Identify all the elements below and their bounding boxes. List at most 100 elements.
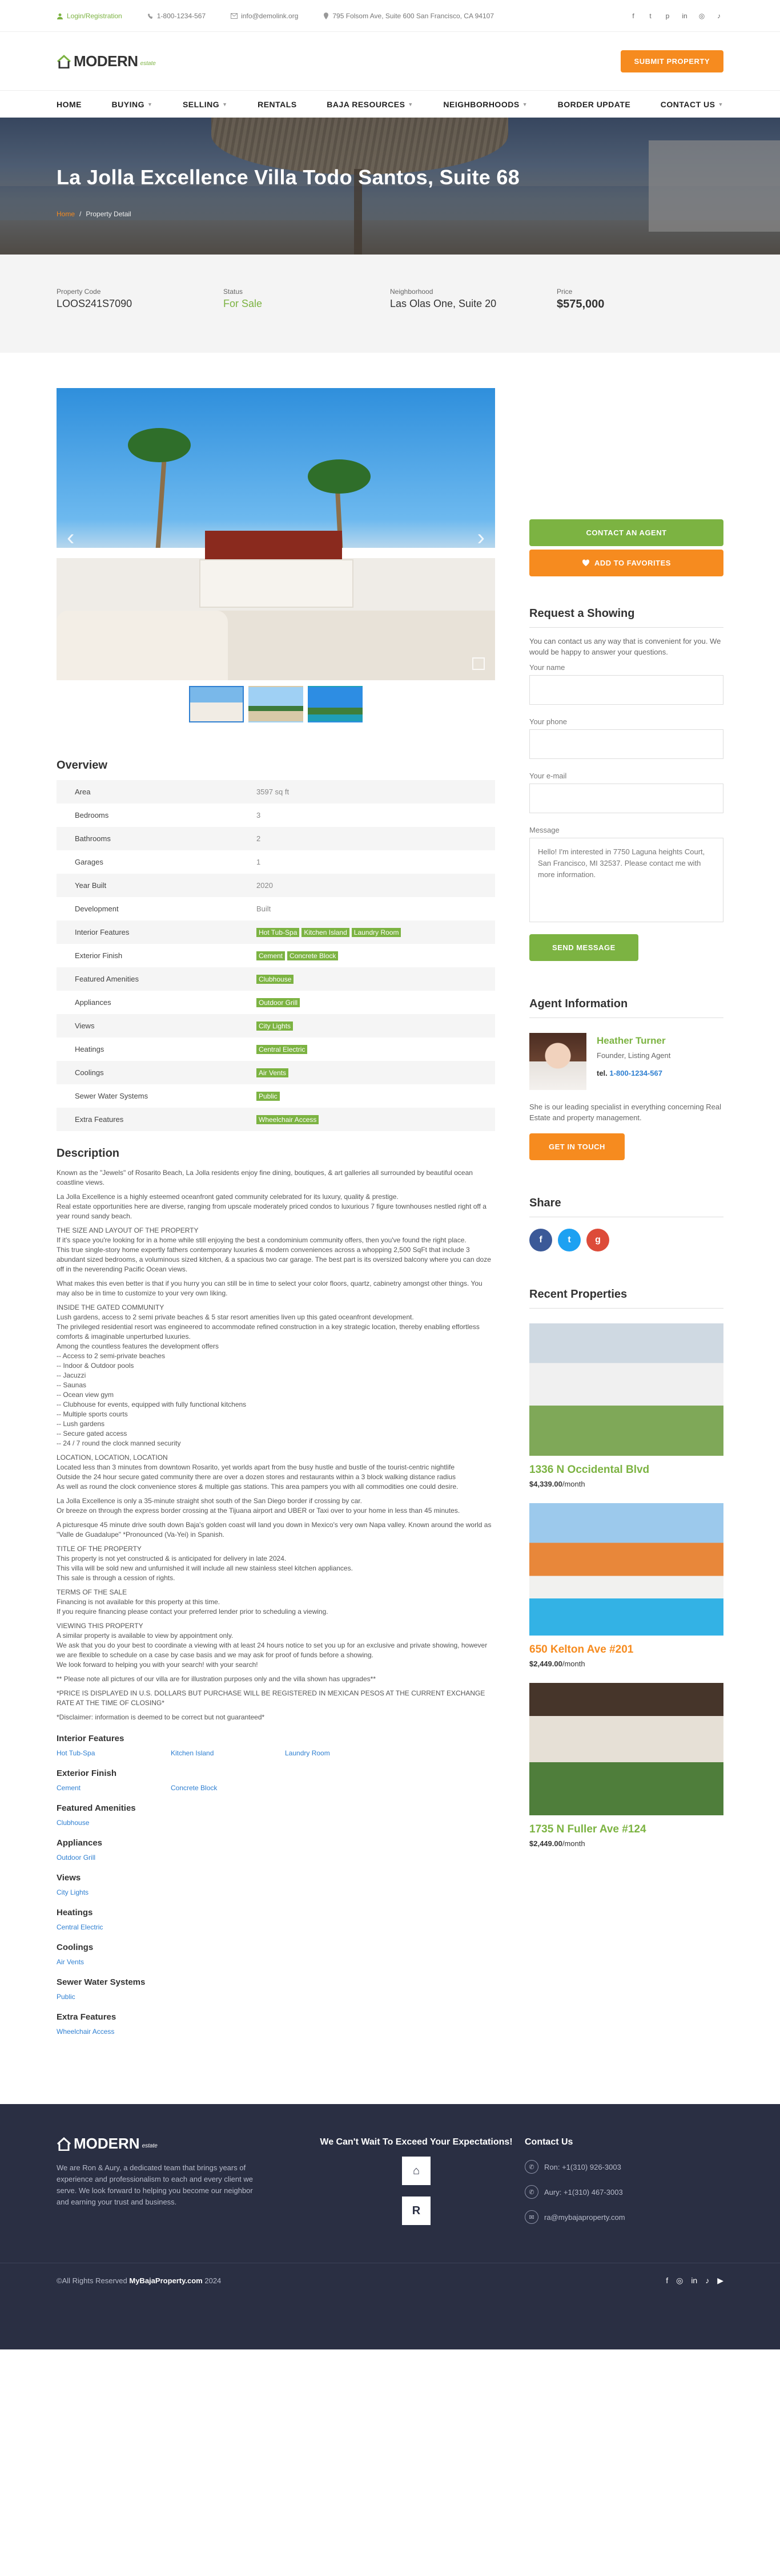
name-field[interactable]	[529, 675, 723, 705]
facebook-icon[interactable]: f	[666, 2276, 668, 2286]
send-message-button[interactable]: SEND MESSAGE	[529, 934, 638, 961]
feature-tag[interactable]: Public	[256, 1091, 280, 1101]
login-link[interactable]: Login/Registration	[57, 12, 122, 20]
nav-neighborhoods[interactable]: NEIGHBORHOODS ▼	[443, 100, 528, 109]
feature-tag[interactable]: Air Vents	[256, 1068, 289, 1077]
instagram-icon[interactable]: ◎	[676, 2276, 683, 2286]
feature-tag[interactable]: Clubhouse	[256, 974, 294, 984]
feature-link[interactable]: Clubhouse	[57, 1819, 171, 1827]
email-field[interactable]	[529, 784, 723, 813]
feature-tag[interactable]: Laundry Room	[351, 927, 401, 937]
nav-baja-resources[interactable]: BAJA RESOURCES ▼	[327, 100, 413, 109]
breadcrumb: Home / Property Detail	[57, 210, 723, 218]
feature-link[interactable]: Public	[57, 1993, 171, 2001]
recent-property-title[interactable]: 1336 N Occidental Blvd	[529, 1464, 723, 1476]
page-hero: La Jolla Excellence Villa Todo Santos, S…	[0, 118, 780, 255]
facebook-icon[interactable]: f	[529, 1229, 552, 1251]
pinterest-icon[interactable]: p	[663, 11, 672, 21]
feature-link[interactable]: Outdoor Grill	[57, 1854, 171, 1862]
recent-property[interactable]: 1735 N Fuller Ave #124 $2,449.00/month	[529, 1683, 723, 1848]
status-label: Status	[223, 288, 243, 296]
nav-selling[interactable]: SELLING ▼	[183, 100, 228, 109]
description-paragraph: -- Multiple sports courts	[57, 1410, 128, 1418]
site-logo[interactable]: MODERN estate	[57, 54, 156, 68]
feature-tag[interactable]: Outdoor Grill	[256, 998, 300, 1007]
feature-link[interactable]: City Lights	[57, 1888, 171, 1896]
nav-home[interactable]: HOME	[57, 100, 82, 109]
footer-phone-aury[interactable]: ✆ Aury: +1(310) 467-3003	[525, 2185, 719, 2199]
site-footer: MODERN estate We are Ron & Aury, a dedic…	[0, 2104, 780, 2349]
twitter-icon[interactable]: t	[646, 11, 655, 21]
breadcrumb-home[interactable]: Home	[57, 210, 75, 218]
nav-contact-us[interactable]: CONTACT US ▼	[661, 100, 723, 109]
chevron-right-icon[interactable]: ›	[477, 525, 485, 551]
tiktok-icon[interactable]: ♪	[714, 11, 723, 21]
nav-border-update[interactable]: BORDER UPDATE	[558, 100, 631, 109]
linkedin-icon[interactable]: in	[680, 11, 689, 21]
feature-link[interactable]: Laundry Room	[285, 1749, 399, 1757]
feature-tag[interactable]: Central Electric	[256, 1044, 308, 1054]
expand-icon[interactable]	[472, 657, 485, 670]
description-paragraph: La Jolla Excellence is only a 35-minute …	[57, 1497, 362, 1505]
nav-buying[interactable]: BUYING ▼	[112, 100, 153, 109]
phone-field[interactable]	[529, 729, 723, 759]
youtube-icon[interactable]: ▶	[717, 2276, 723, 2286]
footer-phone-ron[interactable]: ✆ Ron: +1(310) 926-3003	[525, 2160, 719, 2174]
feature-group-title: Heatings	[57, 1908, 93, 1917]
feature-tag[interactable]: City Lights	[256, 1021, 293, 1031]
feature-tag[interactable]: Wheelchair Access	[256, 1115, 319, 1124]
chevron-left-icon[interactable]: ‹	[67, 525, 74, 551]
footer-about: MODERN estate We are Ron & Aury, a dedic…	[57, 2136, 308, 2225]
overview-value: 3	[256, 811, 261, 819]
feature-link[interactable]: Kitchen Island	[171, 1749, 285, 1757]
recent-property-image[interactable]	[529, 1503, 723, 1636]
tiktok-icon[interactable]: ♪	[705, 2276, 709, 2286]
agent-name[interactable]: Heather Turner	[597, 1035, 670, 1047]
facebook-icon[interactable]: f	[629, 11, 638, 21]
footer-mid-title: We Can't Wait To Exceed Your Expectation…	[320, 2137, 513, 2147]
linkedin-icon[interactable]: in	[691, 2276, 697, 2286]
property-code-value: LOOS241S7090	[57, 298, 132, 309]
overview-value: Air Vents	[238, 1061, 495, 1084]
thumbnail[interactable]	[308, 686, 363, 722]
nav-rentals[interactable]: RENTALS	[258, 100, 297, 109]
overview-value: City Lights	[238, 1014, 495, 1037]
recent-property-image[interactable]	[529, 1683, 723, 1815]
feature-link[interactable]: Cement	[57, 1784, 171, 1792]
message-field[interactable]	[529, 838, 723, 922]
feature-link[interactable]: Central Electric	[57, 1923, 171, 1931]
recent-property-image[interactable]	[529, 1323, 723, 1456]
footer-logo[interactable]: MODERN estate	[57, 2136, 308, 2151]
agent-bio: She is our leading specialist in everyth…	[529, 1103, 722, 1122]
recent-property[interactable]: 1336 N Occidental Blvd $4,339.00/month	[529, 1323, 723, 1488]
topbar-email[interactable]: info@demolink.org	[231, 12, 298, 20]
feature-link[interactable]: Wheelchair Access	[57, 2028, 171, 2036]
contact-agent-button[interactable]: CONTACT AN AGENT	[529, 519, 723, 546]
instagram-icon[interactable]: ◎	[697, 11, 706, 21]
google-plus-icon[interactable]: g	[586, 1229, 609, 1251]
get-in-touch-button[interactable]: GET IN TOUCH	[529, 1133, 625, 1160]
recent-property[interactable]: 650 Kelton Ave #201 $2,449.00/month	[529, 1503, 723, 1668]
twitter-icon[interactable]: t	[558, 1229, 581, 1251]
topbar-phone[interactable]: 1-800-1234-567	[147, 12, 206, 20]
feature-link[interactable]: Air Vents	[57, 1958, 171, 1966]
photo-gallery[interactable]: ‹ ›	[57, 388, 495, 680]
feature-link[interactable]: Hot Tub-Spa	[57, 1749, 171, 1757]
thumbnail[interactable]	[248, 686, 303, 722]
feature-tag[interactable]: Kitchen Island	[301, 927, 349, 937]
nav-buying-label: BUYING	[111, 100, 144, 109]
feature-tag[interactable]: Cement	[256, 951, 286, 960]
feature-link[interactable]: Concrete Block	[171, 1784, 285, 1792]
recent-property-title[interactable]: 650 Kelton Ave #201	[529, 1644, 723, 1656]
feature-tag[interactable]: Hot Tub-Spa	[256, 927, 300, 937]
submit-property-button[interactable]: SUBMIT PROPERTY	[620, 50, 723, 72]
agent-tel-link[interactable]: 1-800-1234-567	[609, 1069, 662, 1077]
overview-key: Area	[75, 788, 91, 796]
thumbnail[interactable]	[189, 686, 244, 722]
recent-property-title[interactable]: 1735 N Fuller Ave #124	[529, 1823, 723, 1836]
nav-contact-label: CONTACT US	[660, 100, 715, 109]
add-to-favorites-button[interactable]: ADD TO FAVORITES	[529, 550, 723, 576]
footer-email[interactable]: ✉ ra@mybajaproperty.com	[525, 2210, 719, 2224]
feature-tag[interactable]: Concrete Block	[287, 951, 339, 960]
